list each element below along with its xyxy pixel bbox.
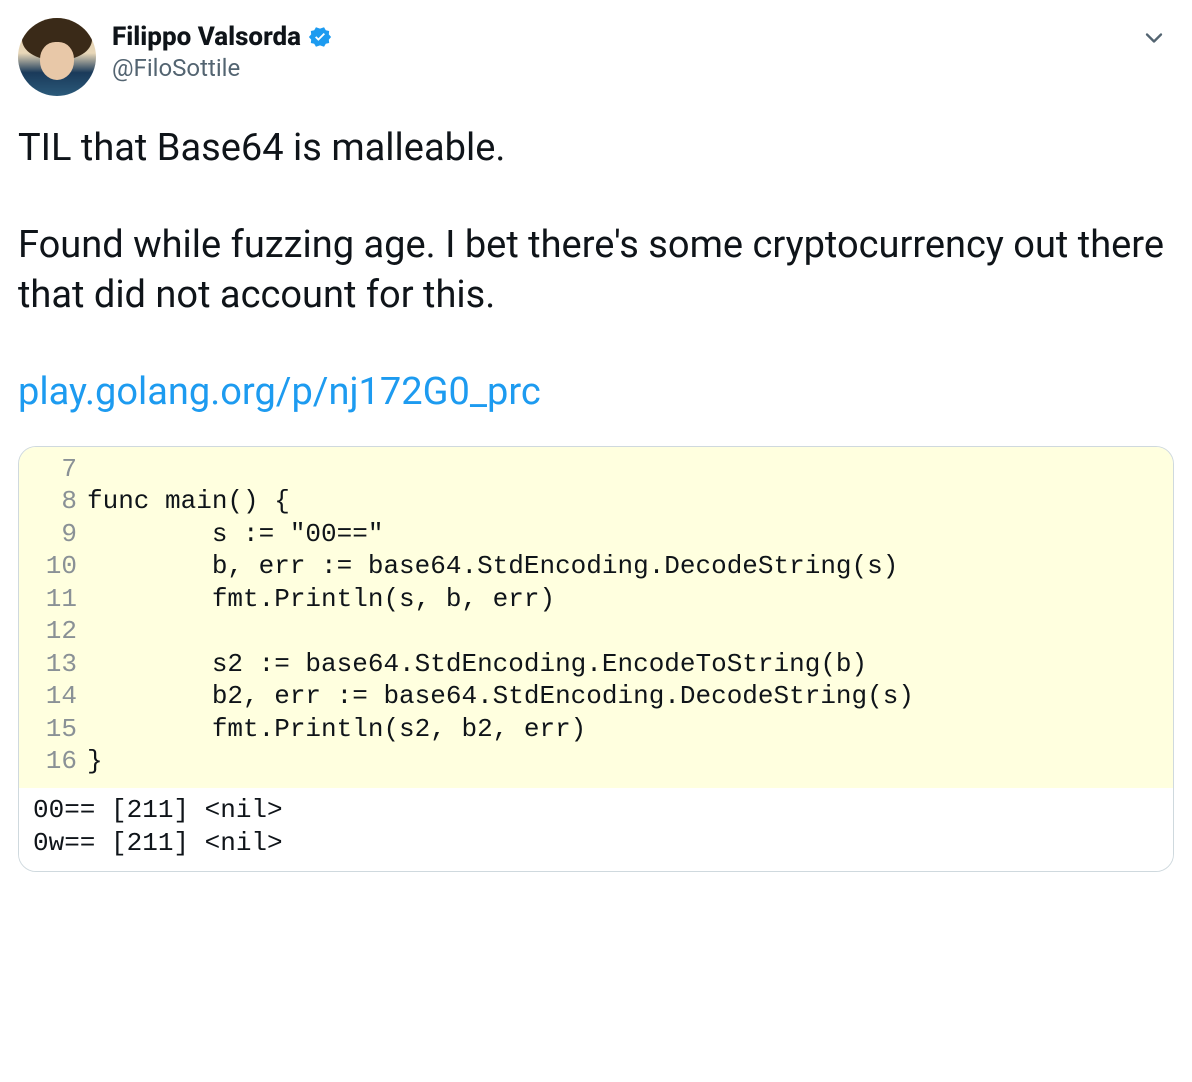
code-text: s := "00==" [87,518,383,551]
code-line: 13 s2 := base64.StdEncoding.EncodeToStri… [19,648,1173,681]
code-line: 14 b2, err := base64.StdEncoding.DecodeS… [19,680,1173,713]
user-handle[interactable]: @FiloSottile [112,54,333,82]
code-text: fmt.Println(s2, b2, err) [87,713,586,746]
tweet-link[interactable]: play.golang.org/p/nj172G0_prc [18,368,1174,417]
code-line: 9 s := "00==" [19,518,1173,551]
code-text: fmt.Println(s, b, err) [87,583,555,616]
embedded-card[interactable]: 78func main() {9 s := "00=="10 b, err :=… [18,446,1174,873]
code-text: b, err := base64.StdEncoding.DecodeStrin… [87,550,898,583]
display-name[interactable]: Filippo Valsorda [112,22,301,52]
code-block: 78func main() {9 s := "00=="10 b, err :=… [19,447,1173,788]
code-line: 12 [19,615,1173,648]
line-number: 15 [19,713,87,746]
line-number: 9 [19,518,87,551]
verified-badge-icon [307,24,333,50]
code-line: 7 [19,453,1173,486]
tweet: Filippo Valsorda @FiloSottile TIL that B… [18,18,1174,872]
line-number: 10 [19,550,87,583]
line-number: 14 [19,680,87,713]
code-line: 16} [19,745,1173,778]
code-output: 00== [211] <nil> 0w== [211] <nil> [19,788,1173,872]
line-number: 11 [19,583,87,616]
code-line: 15 fmt.Println(s2, b2, err) [19,713,1173,746]
tweet-header: Filippo Valsorda @FiloSottile [18,18,1174,96]
line-number: 16 [19,745,87,778]
line-number: 8 [19,485,87,518]
code-text: s2 := base64.StdEncoding.EncodeToString(… [87,648,867,681]
code-line: 10 b, err := base64.StdEncoding.DecodeSt… [19,550,1173,583]
code-line: 11 fmt.Println(s, b, err) [19,583,1173,616]
code-text: } [87,745,103,778]
more-button[interactable] [1140,24,1168,56]
tweet-text-line1: TIL that Base64 is malleable. [18,124,1174,173]
tweet-text-line2: Found while fuzzing age. I bet there's s… [18,221,1174,320]
tweet-body: TIL that Base64 is malleable. Found whil… [18,124,1174,418]
user-names: Filippo Valsorda @FiloSottile [112,18,333,82]
line-number: 7 [19,453,87,486]
line-number: 12 [19,615,87,648]
code-text: func main() { [87,485,290,518]
code-text: b2, err := base64.StdEncoding.DecodeStri… [87,680,914,713]
code-line: 8func main() { [19,485,1173,518]
avatar[interactable] [18,18,96,96]
line-number: 13 [19,648,87,681]
